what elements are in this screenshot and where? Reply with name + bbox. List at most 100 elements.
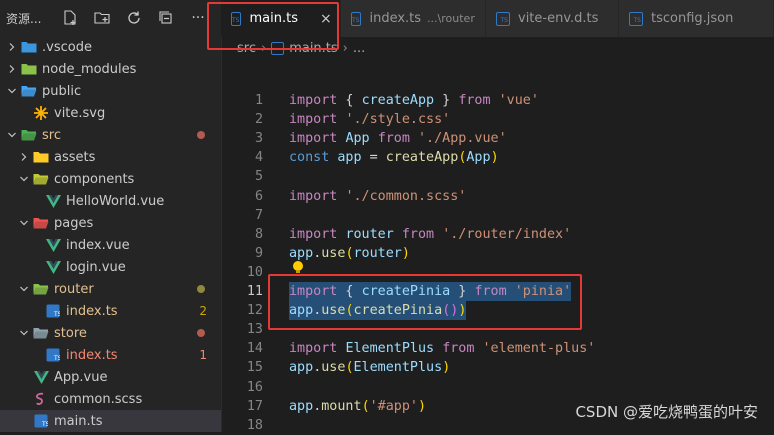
code-line[interactable]: 2 import './style.css'	[221, 110, 774, 129]
line-number: 14	[246, 341, 263, 357]
tree-folder[interactable]: store	[0, 322, 221, 344]
code-token: 'pinia'	[514, 284, 572, 299]
watermark: CSDN @爱吃烧鸭蛋的叶安	[575, 403, 758, 421]
chevron-right-icon	[4, 64, 20, 74]
code-line[interactable]: 4 const app = createApp(App)	[221, 148, 774, 167]
code-line[interactable]: 6 import './common.scss'	[221, 187, 774, 206]
code-line[interactable]: 12 app.use(createPinia())	[221, 301, 774, 321]
tab-main-ts[interactable]: TS main.ts ×	[221, 0, 341, 37]
code-token: ElementPlus	[345, 341, 435, 357]
pages-folder-icon	[32, 215, 50, 231]
code-line[interactable]: 10	[221, 263, 774, 282]
code-line[interactable]: 7	[221, 206, 774, 225]
status-dot	[197, 329, 205, 337]
svg-text:TS: TS	[53, 355, 60, 362]
tree-file[interactable]: login.vue	[0, 256, 221, 278]
tree-file[interactable]: TS main.ts	[0, 410, 221, 432]
tree-folder[interactable]: .vscode	[0, 36, 221, 58]
tree-folder[interactable]: src	[0, 124, 221, 146]
tree-item-label: main.ts	[54, 413, 103, 429]
code-line[interactable]: 5	[221, 167, 774, 186]
more-actions-icon[interactable]: ···	[182, 7, 214, 29]
breadcrumb-separator-icon: ›	[260, 40, 267, 56]
code-token: )	[458, 303, 467, 319]
tree-item-label: assets	[54, 149, 96, 165]
code-text: import './common.scss'	[289, 187, 466, 206]
vue-icon	[44, 259, 62, 275]
tab-tsconfig-json[interactable]: TS tsconfig.json	[619, 0, 774, 37]
tab-vite-env-d-ts[interactable]: TS vite-env.d.ts	[486, 0, 619, 37]
code-token: createApp	[361, 93, 435, 108]
code-token: import	[289, 112, 338, 128]
chevron-down-icon	[16, 174, 32, 184]
tree-folder[interactable]: router	[0, 278, 221, 300]
code-token: }	[434, 93, 459, 108]
tree-folder[interactable]: assets	[0, 146, 221, 168]
src-folder-icon	[20, 127, 38, 143]
code-editor[interactable]: 1 import { createApp } from 'vue' 2 import …	[221, 59, 774, 433]
new-file-icon[interactable]	[54, 7, 86, 29]
vscode-folder-icon	[20, 39, 38, 55]
code-token: (	[361, 398, 370, 414]
code-line[interactable]: 15 app.use(ElementPlus)	[221, 358, 774, 377]
tree-item-label: vite.svg	[54, 105, 106, 121]
tree-file[interactable]: TS index.ts 1	[0, 344, 221, 366]
tree-item-label: components	[54, 171, 135, 187]
code-token: router	[345, 226, 394, 242]
code-text: import ElementPlus from 'element-plus'	[289, 339, 595, 358]
close-icon[interactable]: ×	[320, 11, 332, 27]
tree-file[interactable]: index.vue	[0, 234, 221, 256]
tree-folder[interactable]: pages	[0, 212, 221, 234]
collapse-all-icon[interactable]	[150, 7, 182, 29]
code-line[interactable]: 9 app.use(router)	[221, 244, 774, 263]
line-number: 5	[254, 169, 263, 185]
code-token: )	[401, 245, 410, 261]
line-number: 7	[254, 207, 263, 223]
tree-item-label: router	[54, 281, 94, 297]
code-line[interactable]: 3 import App from './App.vue'	[221, 129, 774, 148]
code-token: from	[474, 284, 507, 299]
line-number: 13	[246, 322, 263, 338]
tab-label: vite-env.d.ts	[518, 11, 599, 26]
tree-item-label: src	[42, 127, 61, 143]
tree-file[interactable]: TS index.ts 2	[0, 300, 221, 322]
tree-folder[interactable]: node_modules	[0, 58, 221, 80]
code-line[interactable]: 8 import router from './router/index'	[221, 225, 774, 244]
code-line[interactable]: 1 import { createApp } from 'vue'	[221, 91, 774, 110]
breadcrumb-separator-icon: ›	[342, 40, 348, 56]
code-token: from	[442, 341, 475, 357]
code-token: app	[289, 303, 314, 319]
tree-folder[interactable]: components	[0, 168, 221, 190]
refresh-icon[interactable]	[118, 7, 150, 29]
tree-file[interactable]: HelloWorld.vue	[0, 190, 221, 212]
tab-router-index-ts[interactable]: TS index.ts ...\router	[341, 0, 486, 37]
code-line[interactable]: 11 import { createPinia } from 'pinia'	[221, 282, 774, 301]
code-line[interactable]: 16	[221, 378, 774, 397]
tree-file[interactable]: common.scss	[0, 388, 221, 410]
code-token: './App.vue'	[418, 131, 507, 147]
tab-description: ...\router	[427, 12, 475, 25]
tree-file[interactable]: App.vue	[0, 366, 221, 388]
code-text: app.mount('#app')	[289, 397, 426, 416]
breadcrumb-folder[interactable]: src	[237, 41, 256, 56]
code-line[interactable]: 14 import ElementPlus from 'element-plus'	[221, 339, 774, 358]
code-token: ElementPlus	[353, 360, 443, 376]
code-token: from	[377, 131, 410, 147]
tree-folder[interactable]: public	[0, 80, 221, 102]
code-text: app.use(router)	[289, 244, 410, 263]
breadcrumb-tail[interactable]: ...	[353, 41, 365, 56]
sass-icon	[32, 391, 50, 407]
node-folder-icon	[20, 61, 38, 77]
code-line[interactable]: 13	[221, 320, 774, 339]
file-tree: .vscode node_modules public vite.svg src asse…	[0, 36, 221, 432]
new-folder-icon[interactable]	[86, 7, 118, 29]
tree-file[interactable]: vite.svg	[0, 102, 221, 124]
code-token: App	[345, 131, 370, 147]
code-token: './style.css'	[345, 112, 451, 128]
breadcrumb-file[interactable]: main.ts	[289, 41, 337, 56]
code-token: router	[353, 245, 402, 261]
tree-item-label: login.vue	[66, 259, 126, 275]
code-token: import	[289, 188, 338, 204]
typescript-file-icon: TS	[231, 11, 242, 26]
